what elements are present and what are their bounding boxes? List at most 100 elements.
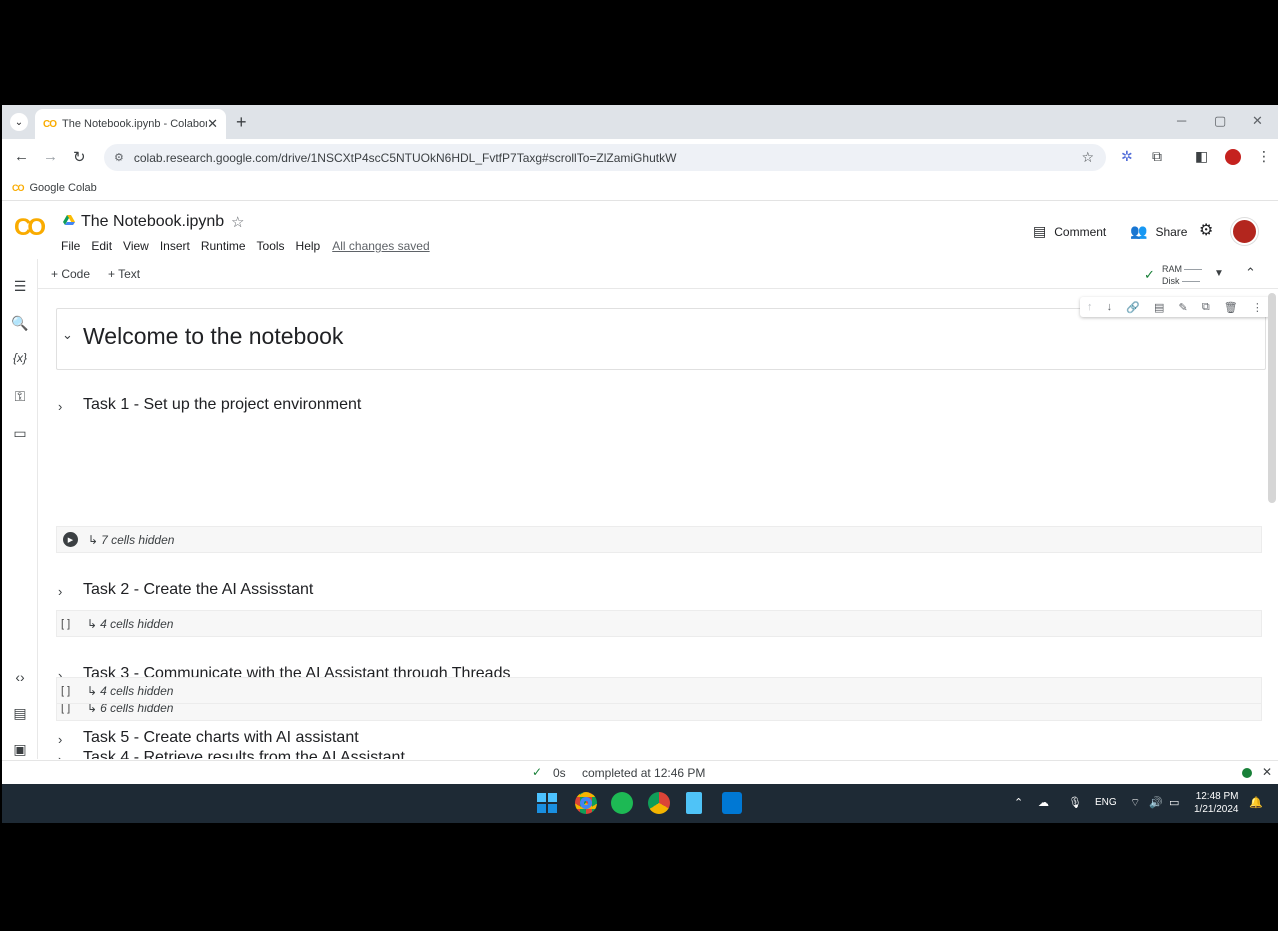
code-snippets-icon[interactable]: ‹›	[10, 669, 30, 685]
extensions-puzzle-icon[interactable]: ⧉	[1152, 148, 1162, 165]
microphone-icon[interactable]: 🎙	[1068, 796, 1082, 809]
extension-gemini-icon[interactable]: ✲	[1121, 148, 1133, 165]
tab-close-icon[interactable]: ✕	[207, 116, 218, 132]
command-palette-icon[interactable]: ▤	[10, 705, 30, 722]
welcome-heading: Welcome to the notebook	[83, 323, 344, 349]
comment-label: Comment	[1054, 224, 1107, 239]
section-heading: Task 4 - Retrieve results from the AI As…	[83, 749, 405, 759]
secrets-key-icon[interactable]: ⚿	[10, 388, 30, 405]
execution-duration: 0s	[553, 766, 566, 780]
execution-message: completed at 12:46 PM	[582, 766, 706, 780]
chrome-profile-icon[interactable]	[648, 792, 670, 814]
section-heading: Task 1 - Set up the project environment	[83, 396, 362, 413]
search-icon[interactable]: 🔍	[10, 315, 30, 332]
run-section-icon[interactable]: ▶	[63, 532, 78, 547]
taskbar-clock[interactable]: 12:48 PM 1/21/2024	[1194, 790, 1239, 816]
variables-icon[interactable]: {x}	[10, 351, 30, 365]
menu-edit[interactable]: Edit	[91, 239, 112, 253]
menu-view[interactable]: View	[123, 239, 149, 253]
add-code-button[interactable]: + Code	[51, 267, 90, 281]
table-of-contents-icon[interactable]: ☰	[10, 278, 30, 295]
more-options-icon[interactable]: ⋮	[1252, 301, 1263, 314]
windows-start-icon[interactable]	[537, 793, 557, 813]
disk-label: Disk	[1162, 276, 1180, 286]
bookmark-star-icon[interactable]: ☆	[1081, 149, 1094, 166]
comment-cell-icon[interactable]: ▤	[1154, 301, 1164, 314]
side-panel-icon[interactable]: ◧	[1195, 148, 1208, 165]
menu-help[interactable]: Help	[296, 239, 321, 253]
profile-icon[interactable]	[1225, 149, 1241, 168]
notepad-icon[interactable]	[686, 792, 702, 814]
execution-status-bar: ✓ 0s completed at 12:46 PM ✕	[2, 760, 1278, 784]
welcome-text-cell[interactable]: ⌄ Welcome to the notebook	[56, 308, 1266, 370]
connection-status-dot	[1242, 768, 1252, 778]
terminal-icon[interactable]: ▣	[10, 741, 30, 758]
vertical-scrollbar[interactable]	[1268, 293, 1276, 503]
volume-icon[interactable]: 🔊	[1149, 796, 1163, 809]
tab-search-chevron-icon[interactable]: ⌄	[10, 113, 28, 131]
onedrive-cloud-icon[interactable]: ☁	[1038, 796, 1049, 809]
run-bracket[interactable]: [ ]	[61, 685, 87, 697]
new-tab-icon[interactable]: +	[236, 112, 247, 133]
expand-chevron-icon[interactable]: ›	[58, 752, 62, 759]
link-icon[interactable]: 🔗	[1126, 301, 1140, 314]
menu-insert[interactable]: Insert	[160, 239, 190, 253]
expand-chevron-icon[interactable]: ›	[58, 399, 62, 414]
resource-monitor[interactable]: RAM Disk	[1162, 263, 1202, 287]
collapse-chevron-icon[interactable]: ⌄	[62, 327, 73, 343]
window-close-icon[interactable]: ✕	[1252, 113, 1263, 129]
run-bracket[interactable]: [ ]	[61, 618, 87, 630]
notification-bell-icon[interactable]: 🔔	[1249, 796, 1263, 809]
runtime-dropdown-icon[interactable]: ▼	[1214, 268, 1224, 279]
expand-chevron-icon[interactable]: ›	[58, 584, 62, 599]
hidden-cells-bar[interactable]: [ ] ↳ 4 cells hidden	[56, 677, 1262, 704]
add-text-button[interactable]: + Text	[108, 267, 140, 281]
expand-chevron-icon[interactable]: ›	[58, 732, 62, 747]
user-avatar[interactable]	[1231, 218, 1258, 245]
google-drive-icon	[63, 215, 75, 225]
comment-button[interactable]: ▤ Comment	[1033, 223, 1106, 240]
success-check-icon: ✓	[532, 765, 543, 779]
spotify-icon[interactable]	[611, 792, 633, 814]
star-notebook-icon[interactable]: ☆	[231, 213, 244, 231]
colab-favicon-icon: CO	[43, 118, 57, 130]
minimize-icon[interactable]: ─	[1177, 113, 1186, 128]
settings-gear-icon[interactable]: ⚙	[1199, 220, 1213, 240]
save-status-link[interactable]: All changes saved	[332, 239, 429, 253]
mirror-cell-icon[interactable]: ⧉	[1202, 301, 1210, 314]
browser-tab[interactable]: CO The Notebook.ipynb - Colabora ✕	[35, 109, 226, 139]
reload-icon[interactable]: ↻	[73, 148, 86, 166]
delete-icon[interactable]: 🗑	[1224, 301, 1238, 314]
menu-tools[interactable]: Tools	[257, 239, 285, 253]
bookmark-google-colab[interactable]: Google Colab	[30, 182, 97, 194]
site-info-icon[interactable]: ⚙	[114, 151, 124, 164]
tray-overflow-chevron-icon[interactable]: ⌃	[1014, 796, 1023, 809]
colab-logo[interactable]: CO	[14, 214, 46, 242]
hidden-cells-bar[interactable]: [ ] ↳ 4 cells hidden	[56, 610, 1262, 637]
back-icon[interactable]: ←	[14, 148, 29, 165]
vscode-icon[interactable]	[722, 792, 742, 814]
share-button[interactable]: 👥 Share	[1130, 223, 1187, 240]
language-indicator[interactable]: ENG	[1095, 797, 1117, 808]
collapse-header-icon[interactable]: ⌃	[1245, 265, 1256, 281]
browser-menu-icon[interactable]: ⋮	[1257, 148, 1271, 165]
battery-icon[interactable]: ▭	[1169, 796, 1179, 809]
maximize-icon[interactable]: ▢	[1214, 113, 1226, 129]
address-bar[interactable]: ⚙ colab.research.google.com/drive/1NSCXt…	[104, 144, 1106, 171]
chrome-icon[interactable]	[575, 792, 597, 814]
wifi-icon[interactable]: ⌔	[1130, 796, 1140, 810]
hidden-cells-count: 4 cells hidden	[100, 683, 174, 698]
status-close-icon[interactable]: ✕	[1262, 765, 1272, 779]
menu-file[interactable]: File	[61, 239, 80, 253]
menu-bar: File Edit View Insert Runtime Tools Help…	[61, 239, 430, 253]
hidden-cells-bar[interactable]: ▶ ↳ 7 cells hidden	[56, 526, 1262, 553]
forward-icon[interactable]: →	[43, 148, 58, 165]
files-folder-icon[interactable]: ▭	[10, 425, 30, 442]
move-down-icon[interactable]: ↓	[1107, 301, 1113, 313]
connected-check-icon: ✓	[1144, 267, 1155, 282]
menu-runtime[interactable]: Runtime	[201, 239, 246, 253]
url-text: colab.research.google.com/drive/1NSCXtP4…	[133, 150, 677, 165]
notebook-title[interactable]: The Notebook.ipynb	[81, 213, 224, 231]
move-up-icon[interactable]: ↑	[1087, 301, 1093, 313]
edit-pencil-icon[interactable]: ✎	[1179, 301, 1188, 314]
